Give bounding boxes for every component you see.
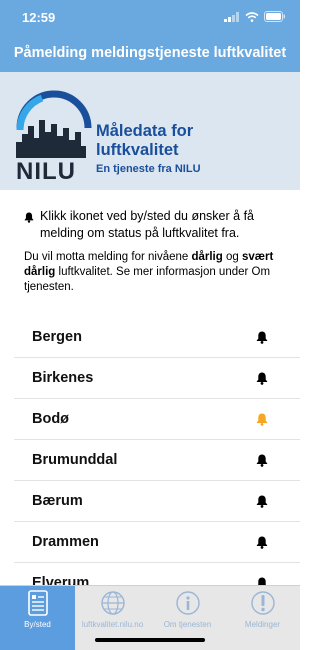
- tab-label: luftkvalitet.nilu.no: [81, 620, 144, 629]
- banner-title-line2: luftkvalitet: [96, 141, 179, 159]
- signal-icon: [224, 11, 239, 22]
- tab-label: By/sted: [24, 620, 51, 629]
- list-item[interactable]: Bodø: [14, 399, 300, 440]
- bell-icon[interactable]: [256, 331, 268, 344]
- note-text: Du vil motta melding for nivåene: [24, 251, 192, 263]
- list-item[interactable]: Brumunddal: [14, 440, 300, 481]
- bell-icon[interactable]: [256, 372, 268, 385]
- bell-icon[interactable]: [256, 536, 268, 549]
- places-list[interactable]: Bergen Birkenes Bodø Brumunddal Bærum Drammen…: [14, 317, 300, 585]
- note-bold-bad: dårlig: [191, 251, 223, 263]
- note-text-and: og: [222, 251, 242, 263]
- tab-label: Meldinger: [244, 620, 281, 629]
- list-item[interactable]: Birkenes: [14, 358, 300, 399]
- info-icon: [175, 590, 201, 618]
- instruction-text: Klikk ikonet ved by/sted du ønsker å få …: [40, 209, 254, 240]
- logo-text: NILU: [16, 158, 76, 182]
- list-icon: [27, 590, 49, 618]
- place-name: Brumunddal: [32, 452, 118, 468]
- instruction: Klikk ikonet ved by/sted du ønsker å få …: [24, 208, 286, 242]
- list-item[interactable]: Elverum: [14, 563, 300, 585]
- place-name: Elverum: [32, 575, 90, 585]
- exclamation-icon: [250, 590, 276, 618]
- home-indicator: [95, 638, 205, 642]
- wifi-icon: [245, 11, 259, 22]
- tab-exclamation[interactable]: Meldinger: [225, 586, 300, 650]
- banner-title-line1: Måledata for: [96, 122, 194, 140]
- banner-subtitle: En tjeneste fra NILU: [96, 163, 201, 175]
- nilu-logo: NILU: [12, 86, 92, 187]
- bell-icon[interactable]: [256, 495, 268, 508]
- status-bar: 12:59: [0, 0, 300, 34]
- place-name: Bærum: [32, 493, 83, 509]
- bell-icon[interactable]: [256, 454, 268, 467]
- bell-icon[interactable]: [256, 413, 268, 426]
- status-time: 12:59: [22, 10, 56, 25]
- place-name: Bergen: [32, 329, 82, 345]
- place-name: Birkenes: [32, 370, 94, 386]
- place-name: Bodø: [32, 411, 70, 427]
- list-item[interactable]: Bærum: [14, 481, 300, 522]
- note-text-end: luftkvalitet. Se mer informasjon under O…: [24, 266, 271, 293]
- tab-list[interactable]: By/sted: [0, 586, 75, 650]
- list-item[interactable]: Bergen: [14, 317, 300, 358]
- notification-note: Du vil motta melding for nivåene dårlig …: [24, 250, 286, 295]
- tab-label: Om tjenesten: [163, 620, 212, 629]
- battery-icon: [264, 11, 285, 22]
- page-title: Påmelding meldingstjeneste luftkvalitet: [0, 34, 300, 72]
- globe-icon: [100, 590, 126, 618]
- bell-icon: [24, 211, 34, 242]
- bell-icon[interactable]: [256, 577, 268, 585]
- app-banner: NILU Måledata for luftkvalitet En tjenes…: [0, 72, 300, 190]
- status-icons: [224, 11, 286, 22]
- banner-text: Måledata for luftkvalitet En tjeneste fr…: [96, 122, 201, 175]
- place-name: Drammen: [32, 534, 99, 550]
- list-item[interactable]: Drammen: [14, 522, 300, 563]
